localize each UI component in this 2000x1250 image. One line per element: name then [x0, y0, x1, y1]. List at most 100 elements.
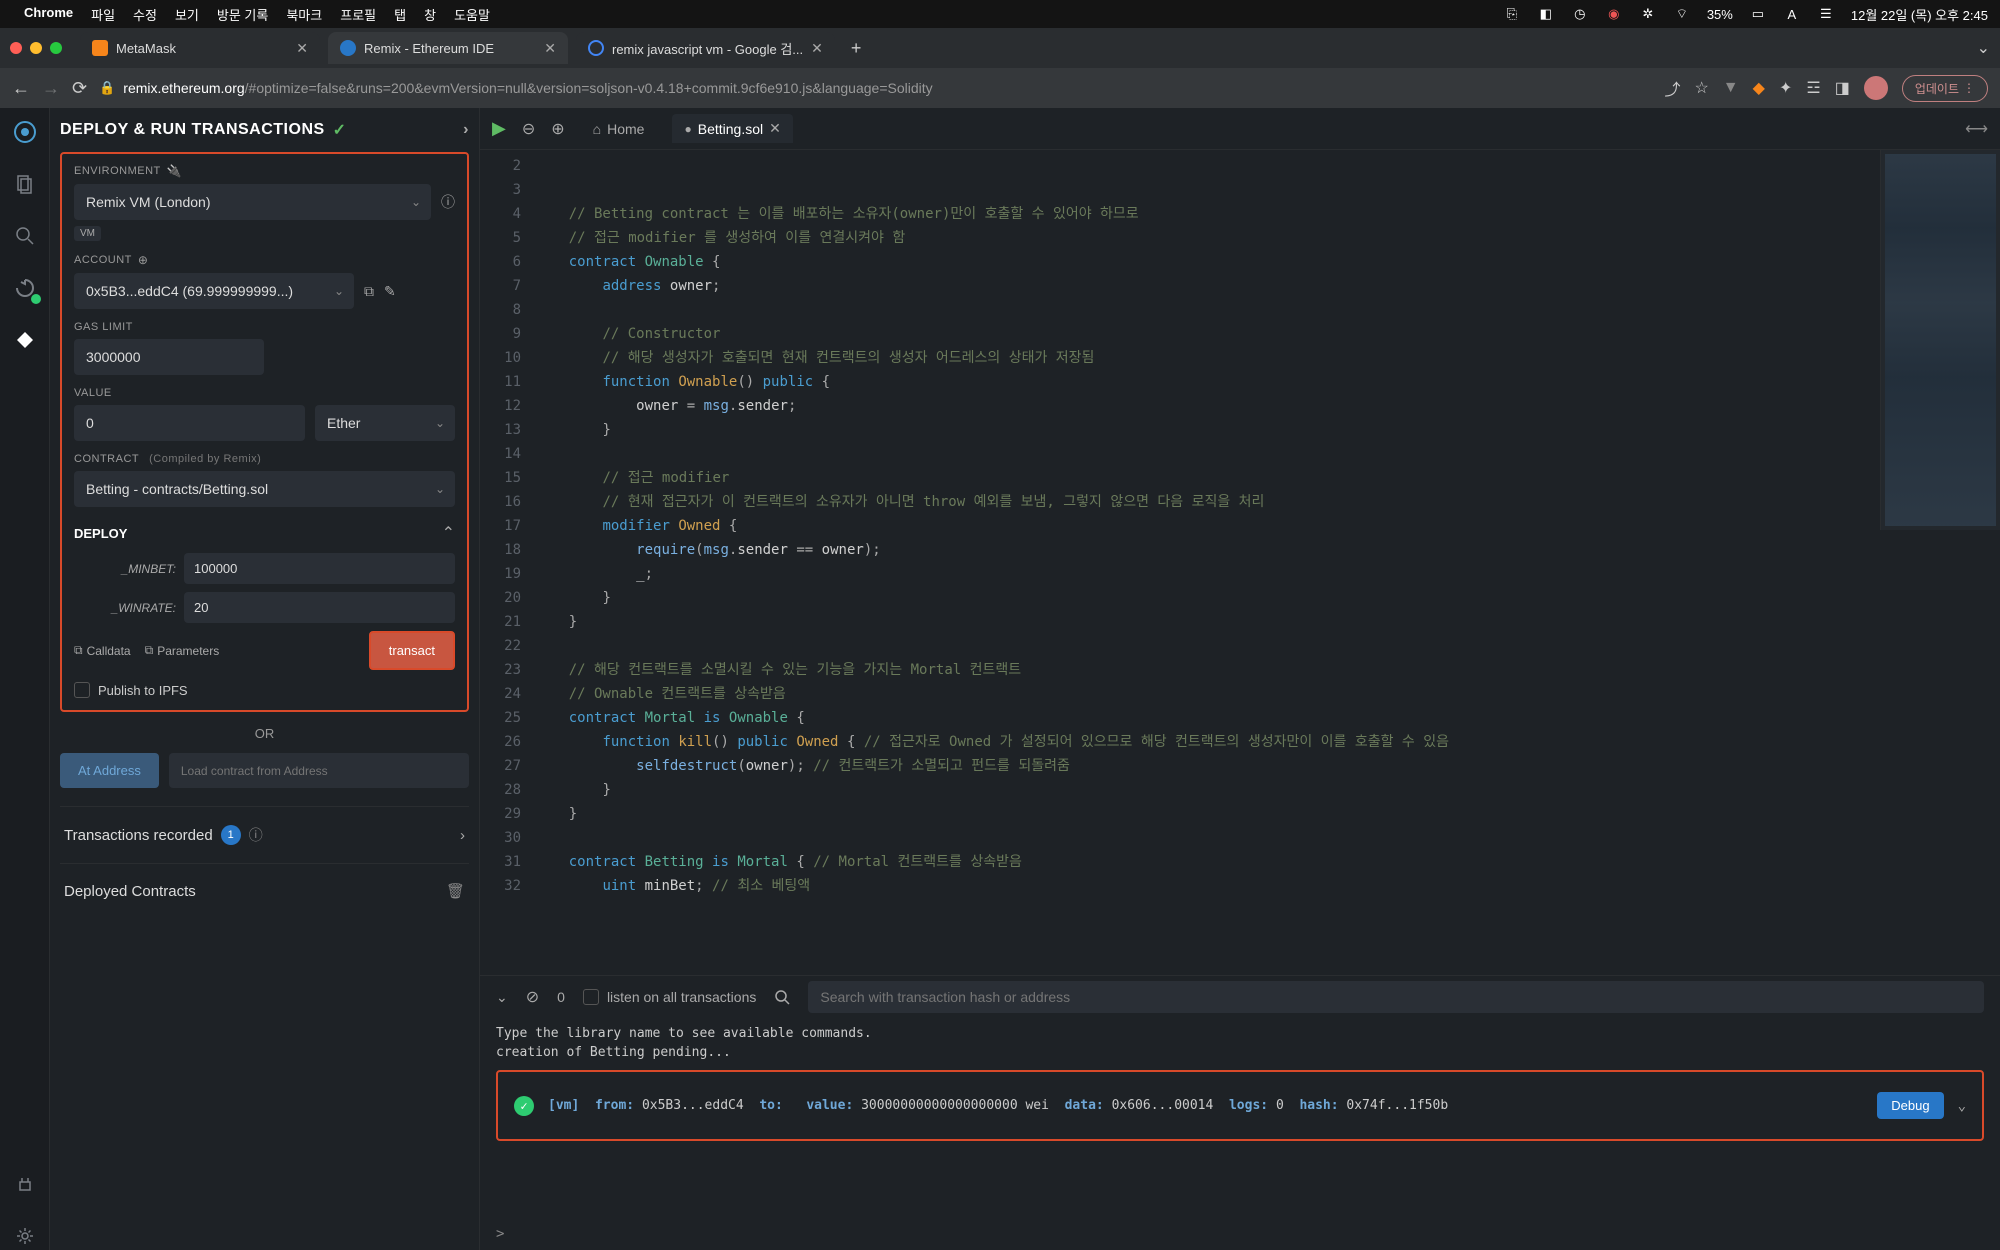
value-key: value: [806, 1098, 853, 1113]
reload-button[interactable]: ⟳ [72, 78, 87, 99]
notification-icon[interactable]: ◉ [1605, 5, 1623, 23]
battery-icon: ▭ [1749, 5, 1767, 23]
control-center-icon[interactable]: ☰ [1817, 5, 1835, 23]
menu-bookmarks[interactable]: 북마크 [286, 5, 322, 24]
code-content[interactable]: // Betting contract 는 이를 배포하는 소유자(owner)… [535, 150, 2000, 975]
run-script-icon[interactable]: ▶ [492, 118, 506, 139]
reading-list-icon[interactable]: ☲ [1806, 78, 1820, 98]
code-editor[interactable]: 2345678910111213141516171819202122232425… [480, 150, 2000, 975]
screenshot-icon[interactable]: ⎘ [1503, 5, 1521, 23]
at-address-button[interactable]: At Address [60, 753, 159, 788]
contract-select[interactable]: Betting - contracts/Betting.sol ⌄ [74, 471, 455, 507]
plugin-manager-icon[interactable] [11, 1170, 39, 1198]
tab-home[interactable]: ⌂ Home [581, 115, 657, 143]
transaction-log-row[interactable]: ✓ [vm] from: 0x5B3...eddC4 to: value: 30… [496, 1070, 1984, 1141]
value-input[interactable]: 0 [74, 405, 305, 441]
new-tab-button[interactable]: + [843, 38, 870, 59]
menu-app[interactable]: Chrome [24, 5, 73, 24]
listen-checkbox[interactable] [583, 989, 599, 1005]
metamask-ext-icon[interactable]: ◆ [1753, 78, 1765, 98]
gas-limit-input[interactable]: 3000000 [74, 339, 264, 375]
minimap[interactable] [1880, 150, 2000, 530]
resize-handle-icon[interactable]: ⟷ [1965, 119, 1988, 139]
debug-button[interactable]: Debug [1877, 1092, 1943, 1119]
ext-icon-1[interactable]: ▼ [1723, 79, 1739, 97]
value-unit-select[interactable]: Ether ⌄ [315, 405, 455, 441]
expand-icon[interactable]: ⌄ [1958, 1098, 1966, 1114]
globe-icon[interactable]: ◷ [1571, 5, 1589, 23]
parameters-link[interactable]: ⧉Parameters [145, 643, 220, 658]
zoom-out-icon[interactable]: ⊖ [522, 119, 535, 139]
app-icon[interactable]: ◧ [1537, 5, 1555, 23]
tab-overflow-icon[interactable]: ⌄ [1977, 38, 1990, 58]
collapse-icon[interactable]: ⌃ [442, 523, 455, 543]
terminal-prompt[interactable]: > [480, 1218, 2000, 1250]
transact-button[interactable]: transact [369, 631, 455, 670]
at-address-input[interactable] [169, 753, 469, 788]
file-explorer-icon[interactable] [11, 170, 39, 198]
search-icon[interactable] [774, 989, 790, 1005]
menu-history[interactable]: 방문 기록 [217, 5, 268, 24]
param-minbet-label: _MINBET: [74, 562, 184, 576]
menu-tab[interactable]: 탭 [394, 5, 406, 24]
tab-close-icon[interactable]: ✕ [296, 40, 308, 57]
update-button[interactable]: 업데이트 ⋮ [1902, 75, 1988, 102]
calldata-link[interactable]: ⧉Calldata [74, 643, 131, 658]
window-minimize-button[interactable] [30, 42, 42, 54]
window-maximize-button[interactable] [50, 42, 62, 54]
search-icon[interactable] [11, 222, 39, 250]
url-field[interactable]: 🔒 remix.ethereum.org/#optimize=false&run… [99, 80, 1652, 96]
settings-icon[interactable] [11, 1222, 39, 1250]
line-gutter: 2345678910111213141516171819202122232425… [480, 150, 535, 975]
form-highlight: ENVIRONMENT 🔌 Remix VM (London) ⌄ ⓘ VM A… [60, 152, 469, 712]
menu-help[interactable]: 도움말 [454, 5, 490, 24]
share-icon[interactable]: ⤴ [1664, 76, 1680, 100]
clear-icon[interactable]: ⊘ [526, 987, 539, 1007]
forward-button[interactable]: → [42, 78, 60, 99]
back-button[interactable]: ← [12, 78, 30, 99]
menu-profile[interactable]: 프로필 [340, 5, 376, 24]
menu-window[interactable]: 창 [424, 5, 436, 24]
deploy-run-icon[interactable] [11, 326, 39, 354]
param-minbet-input[interactable]: 100000 [184, 553, 455, 584]
menu-edit[interactable]: 수정 [133, 5, 157, 24]
bookmark-star-icon[interactable]: ☆ [1694, 78, 1708, 98]
panel-title-text: DEPLOY & RUN TRANSACTIONS [60, 121, 325, 139]
compiler-icon[interactable] [11, 274, 39, 302]
tab-metamask[interactable]: MetaMask ✕ [80, 32, 320, 64]
menu-file[interactable]: 파일 [91, 5, 115, 24]
datetime[interactable]: 12월 22일 (목) 오후 2:45 [1851, 5, 1988, 24]
extensions-icon[interactable]: ✦ [1779, 78, 1792, 98]
menu-view[interactable]: 보기 [175, 5, 199, 24]
account-select[interactable]: 0x5B3...eddC4 (69.999999999...) ⌄ [74, 273, 354, 309]
remix-logo-icon[interactable] [11, 118, 39, 146]
env-info-icon[interactable]: ⓘ [441, 192, 455, 212]
publish-ipfs-checkbox[interactable] [74, 682, 90, 698]
tab-google[interactable]: remix javascript vm - Google 검... ✕ [576, 32, 835, 64]
terminal-expand-icon[interactable]: ⌄ [496, 989, 508, 1006]
param-winrate-input[interactable]: 20 [184, 592, 455, 623]
profile-avatar-icon[interactable] [1864, 76, 1888, 100]
collapse-icon[interactable]: › [463, 121, 469, 139]
tab-betting-sol[interactable]: ● Betting.sol ✕ [672, 114, 792, 143]
bluetooth-icon[interactable]: ✲ [1639, 5, 1657, 23]
side-panel-icon[interactable]: ◨ [1835, 78, 1850, 98]
language-icon[interactable]: A [1783, 5, 1801, 23]
transactions-recorded-row[interactable]: Transactions recorded 1 ⓘ › [60, 806, 469, 863]
info-icon[interactable]: ⓘ [249, 825, 263, 845]
environment-select[interactable]: Remix VM (London) ⌄ [74, 184, 431, 220]
tab-remix[interactable]: Remix - Ethereum IDE ✕ [328, 32, 568, 64]
copy-icon[interactable]: ⧉ [364, 283, 374, 300]
edit-icon[interactable]: ✎ [384, 283, 396, 300]
tab-close-icon[interactable]: ✕ [544, 40, 556, 57]
tx-search-input[interactable] [808, 981, 1984, 1013]
wifi-icon[interactable]: ⌔ [1673, 5, 1691, 23]
window-close-button[interactable] [10, 42, 22, 54]
tab-close-icon[interactable]: ✕ [769, 120, 781, 137]
zoom-in-icon[interactable]: ⊕ [551, 119, 564, 139]
trash-icon[interactable]: 🗑 [446, 882, 465, 900]
deployed-contracts-header[interactable]: Deployed Contracts 🗑 [60, 863, 469, 918]
add-icon[interactable]: ⊕ [138, 253, 149, 267]
logs-key: logs: [1229, 1098, 1268, 1113]
tab-close-icon[interactable]: ✕ [811, 40, 823, 57]
